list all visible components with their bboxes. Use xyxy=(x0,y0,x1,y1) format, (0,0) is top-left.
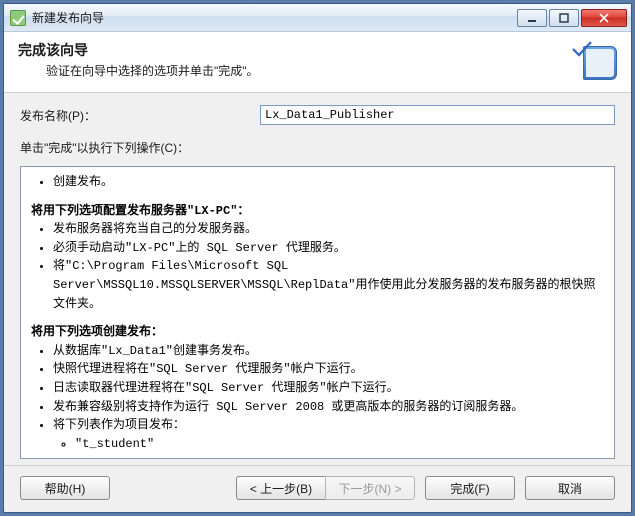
summary-item: 发布服务器将充当自己的分发服务器。 xyxy=(53,220,604,239)
content-area: 发布名称(P)： 单击"完成"以执行下列操作(C)： 创建发布。 将用下列选项配… xyxy=(4,93,631,465)
summary-item: 日志读取器代理进程将在"SQL Server 代理服务"帐户下运行。 xyxy=(53,379,604,398)
maximize-button[interactable] xyxy=(549,9,579,27)
wizard-icon xyxy=(571,40,617,82)
close-icon xyxy=(599,13,609,23)
maximize-icon xyxy=(559,13,569,23)
summary-item: 创建发布。 xyxy=(53,173,604,192)
summary-heading: 将用下列选项配置发布服务器"LX-PC"： xyxy=(31,202,604,221)
summary-subitem: "t_student" xyxy=(75,435,604,454)
close-button[interactable] xyxy=(581,9,627,27)
cancel-button[interactable]: 取消 xyxy=(525,476,615,500)
summary-item: 发布兼容级别将支持作为运行 SQL Server 2008 或更高版本的服务器的… xyxy=(53,398,604,417)
window-title: 新建发布向导 xyxy=(32,9,517,26)
back-button[interactable]: < 上一步(B) xyxy=(236,476,326,500)
header-panel: 完成该向导 验证在向导中选择的选项并单击"完成"。 xyxy=(4,32,631,93)
app-icon xyxy=(10,10,26,26)
page-title: 完成该向导 xyxy=(18,40,563,60)
summary-box[interactable]: 创建发布。 将用下列选项配置发布服务器"LX-PC"： 发布服务器将充当自己的分… xyxy=(20,166,615,459)
publish-name-row: 发布名称(P)： xyxy=(20,105,615,125)
summary-item: 必须手动启动"LX-PC"上的 SQL Server 代理服务。 xyxy=(53,239,604,258)
summary-item: 将下列表作为项目发布： xyxy=(53,416,604,435)
footer: 帮助(H) < 上一步(B) 下一步(N) > 完成(F) 取消 xyxy=(4,465,631,512)
help-button[interactable]: 帮助(H) xyxy=(20,476,110,500)
instruction-text: 单击"完成"以执行下列操作(C)： xyxy=(20,139,615,156)
publish-name-input[interactable] xyxy=(260,105,615,125)
page-subtitle: 验证在向导中选择的选项并单击"完成"。 xyxy=(46,62,563,79)
summary-heading: 将用下列选项创建发布： xyxy=(31,323,604,342)
window-controls xyxy=(517,9,627,27)
minimize-icon xyxy=(527,13,537,23)
summary-item: 将"C:\Program Files\Microsoft SQL Server\… xyxy=(53,257,604,313)
publish-name-label: 发布名称(P)： xyxy=(20,107,260,124)
wizard-window: 新建发布向导 完成该向导 验证在向导中选择的选项并单击"完成"。 xyxy=(3,3,632,513)
summary-item: 从数据库"Lx_Data1"创建事务发布。 xyxy=(53,342,604,361)
titlebar[interactable]: 新建发布向导 xyxy=(4,4,631,32)
minimize-button[interactable] xyxy=(517,9,547,27)
summary-item: 快照代理进程将在"SQL Server 代理服务"帐户下运行。 xyxy=(53,360,604,379)
next-button: 下一步(N) > xyxy=(325,476,415,500)
finish-button[interactable]: 完成(F) xyxy=(425,476,515,500)
